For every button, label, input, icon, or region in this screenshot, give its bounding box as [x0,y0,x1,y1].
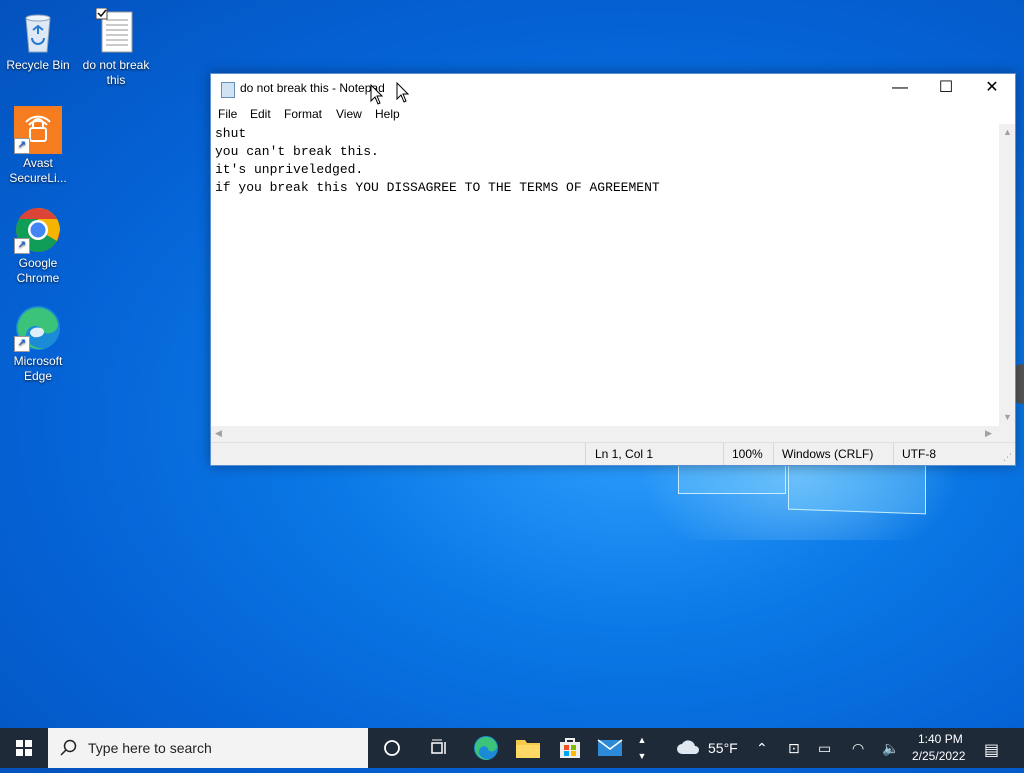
desktop-icon-recycle-bin[interactable]: Recycle Bin [0,8,76,73]
volume-muted-icon[interactable]: 🔈 [882,740,899,757]
store-icon [560,738,580,758]
menu-format[interactable]: Format [284,107,322,121]
avast-vpn-icon: ↗ [14,106,62,154]
search-icon [60,739,77,756]
menu-bar: File Edit Format View Help [211,104,1015,124]
resize-grip-icon[interactable]: ⋰ [1003,452,1012,463]
status-divider [773,443,774,465]
meet-now-icon[interactable]: ⊡ [788,740,800,757]
mail-button[interactable] [590,728,630,768]
task-view-icon [431,739,446,754]
windows-logo-pane [678,462,786,494]
scroll-left-icon[interactable]: ◀ [215,428,222,439]
scroll-up-icon[interactable]: ▲ [1003,127,1012,137]
scroll-down-icon[interactable]: ▼ [1003,412,1012,422]
text-line: you can't break this. [215,144,379,159]
notifications-icon[interactable]: ▤ [984,740,999,760]
zoom-level: 100% [732,447,763,461]
network-icon[interactable]: ◠ [852,740,864,757]
search-box[interactable]: Type here to search [48,728,368,768]
desktop-icon-avast[interactable]: ↗ Avast SecureLi... [0,106,76,186]
desktop-icon-label: Microsoft Edge [13,354,63,383]
clock-date[interactable]: 2/25/2022 [912,749,965,763]
title-bar[interactable]: do not break this - Notepad — ☐ ✕ [211,74,1015,104]
store-button[interactable] [550,728,590,768]
edge-icon [474,736,498,760]
cursor-position: Ln 1, Col 1 [595,447,654,461]
show-hidden-icons-icon[interactable]: ⌃ [756,740,768,757]
task-view-button[interactable] [420,728,460,768]
desktop-icon-edge[interactable]: ↗ Microsoft Edge [0,304,76,384]
mouse-pointer-icon [396,82,410,103]
edge-taskbar-button[interactable] [466,728,506,768]
weather-temp[interactable]: 55°F [708,740,738,756]
edge-icon: ↗ [14,304,62,352]
minimize-button[interactable]: — [877,74,923,104]
desktop-icon-label: do not break this [82,58,150,87]
status-divider [723,443,724,465]
file-explorer-button[interactable] [508,728,548,768]
mail-icon [597,739,623,756]
line-ending: Windows (CRLF) [782,447,874,461]
taskbar-scroll[interactable]: ▲ ▼ [632,728,652,768]
cloud-icon [677,740,699,754]
taskbar: Type here to search ▲ ▼ 55°F ⌃ ⊡ ▭ ◠ 🔈 1:… [0,728,1024,768]
scroll-right-icon[interactable]: ▶ [985,428,992,439]
cortana-icon [384,740,400,756]
text-document-icon [92,7,140,56]
status-divider [893,443,894,465]
folder-icon [516,740,540,758]
menu-file[interactable]: File [218,107,237,121]
notepad-icon [221,82,235,98]
shortcut-arrow-icon: ↗ [14,138,30,154]
close-button[interactable]: ✕ [969,74,1015,104]
horizontal-scrollbar[interactable]: ◀ ▶ [211,426,999,442]
clock-time[interactable]: 1:40 PM [918,732,963,746]
recycle-bin-icon [14,8,62,56]
shortcut-arrow-icon: ↗ [14,238,30,254]
desktop-icon-label: Recycle Bin [6,58,70,72]
desktop-icon-file[interactable]: do not break this [78,7,154,88]
maximize-button[interactable]: ☐ [923,74,969,104]
notepad-window[interactable]: do not break this - Notepad — ☐ ✕ File E… [210,73,1016,466]
desktop-icon-chrome[interactable]: ↗ Google Chrome [0,206,76,286]
windows-logo-pane [788,459,926,515]
status-bar: Ln 1, Col 1 100% Windows (CRLF) UTF-8 ⋰ [211,442,1015,465]
chrome-icon: ↗ [14,206,62,254]
encoding: UTF-8 [902,447,936,461]
menu-view[interactable]: View [336,107,362,121]
cortana-button[interactable] [372,728,412,768]
menu-edit[interactable]: Edit [250,107,271,121]
text-line: it's unpriveledged. [215,162,364,177]
battery-icon[interactable]: ▭ [818,740,831,757]
text-editor[interactable]: shut you can't break this. it's unpriveled… [211,124,999,426]
status-divider [585,443,586,465]
text-cursor-icon [370,84,384,105]
text-line: shut [215,126,247,141]
windows-logo-icon [16,740,32,756]
scrollbar-corner [999,426,1015,442]
search-placeholder: Type here to search [88,740,212,756]
desktop-icon-label: Avast SecureLi... [9,156,67,185]
shortcut-arrow-icon: ↗ [14,336,30,352]
window-title: do not break this - Notepad [240,81,385,95]
menu-help[interactable]: Help [375,107,400,121]
text-line: if you break this YOU DISSAGREE TO THE T… [215,180,660,195]
vertical-scrollbar[interactable]: ▲ ▼ [999,124,1015,426]
start-button[interactable] [0,728,48,768]
desktop-icon-label: Google Chrome [16,256,60,285]
taskbar-scroll-arrows-icon: ▲ ▼ [637,735,647,761]
